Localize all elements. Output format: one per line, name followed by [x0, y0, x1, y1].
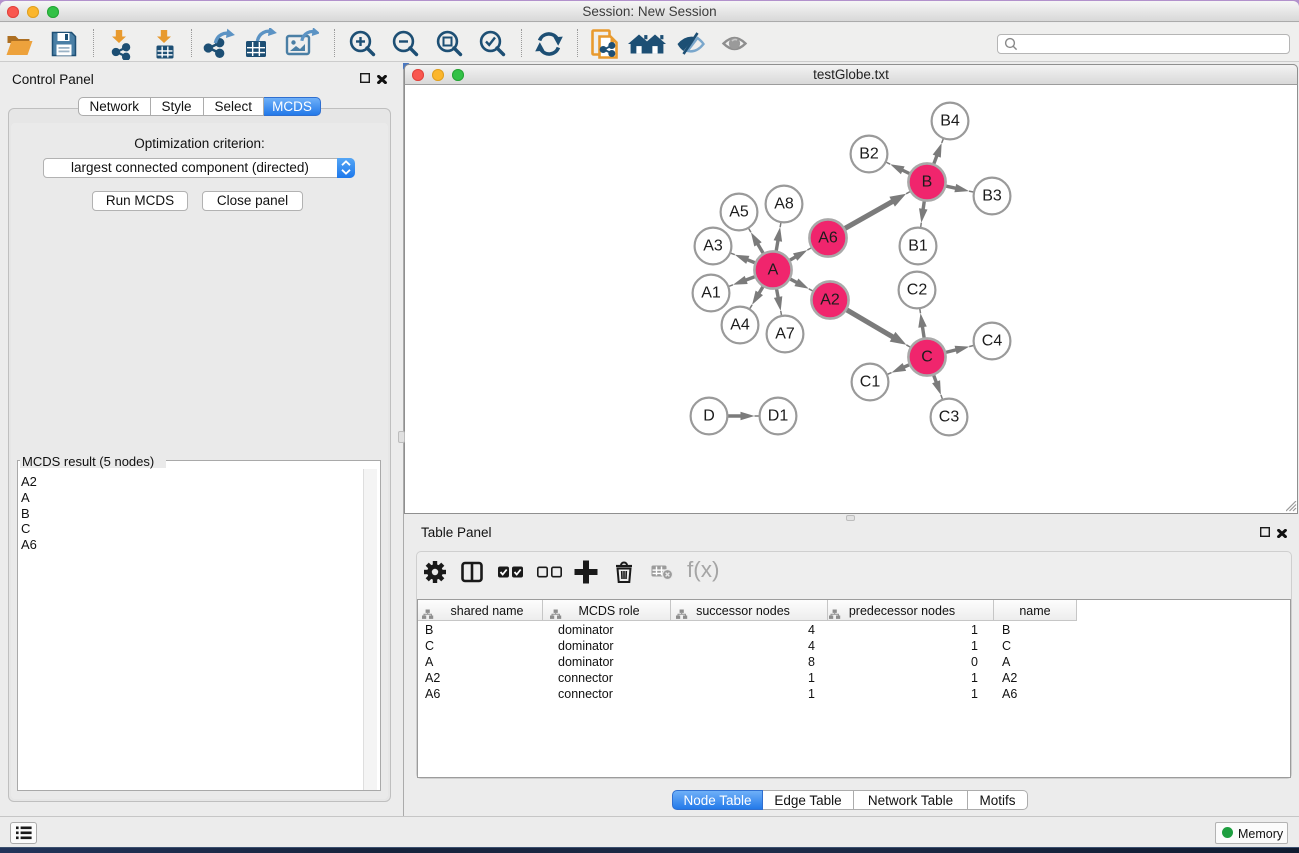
svg-text:A2: A2 [820, 292, 840, 309]
svg-text:B2: B2 [859, 146, 879, 163]
svg-text:C3: C3 [939, 409, 960, 426]
svg-text:A4: A4 [730, 317, 750, 334]
svg-text:A6: A6 [818, 230, 838, 247]
svg-text:C4: C4 [982, 333, 1003, 350]
svg-text:C2: C2 [907, 282, 928, 299]
svg-text:A3: A3 [703, 238, 723, 255]
svg-text:A8: A8 [774, 196, 794, 213]
svg-text:A: A [768, 262, 779, 279]
svg-text:B3: B3 [982, 188, 1002, 205]
svg-text:D: D [703, 408, 715, 425]
svg-text:A5: A5 [729, 204, 749, 221]
svg-text:A1: A1 [701, 285, 721, 302]
svg-text:B4: B4 [940, 113, 960, 130]
svg-text:B1: B1 [908, 238, 928, 255]
svg-text:D1: D1 [768, 408, 789, 425]
svg-text:C1: C1 [860, 374, 881, 391]
svg-text:C: C [921, 349, 933, 366]
svg-text:B: B [922, 174, 933, 191]
svg-text:A7: A7 [775, 326, 795, 343]
